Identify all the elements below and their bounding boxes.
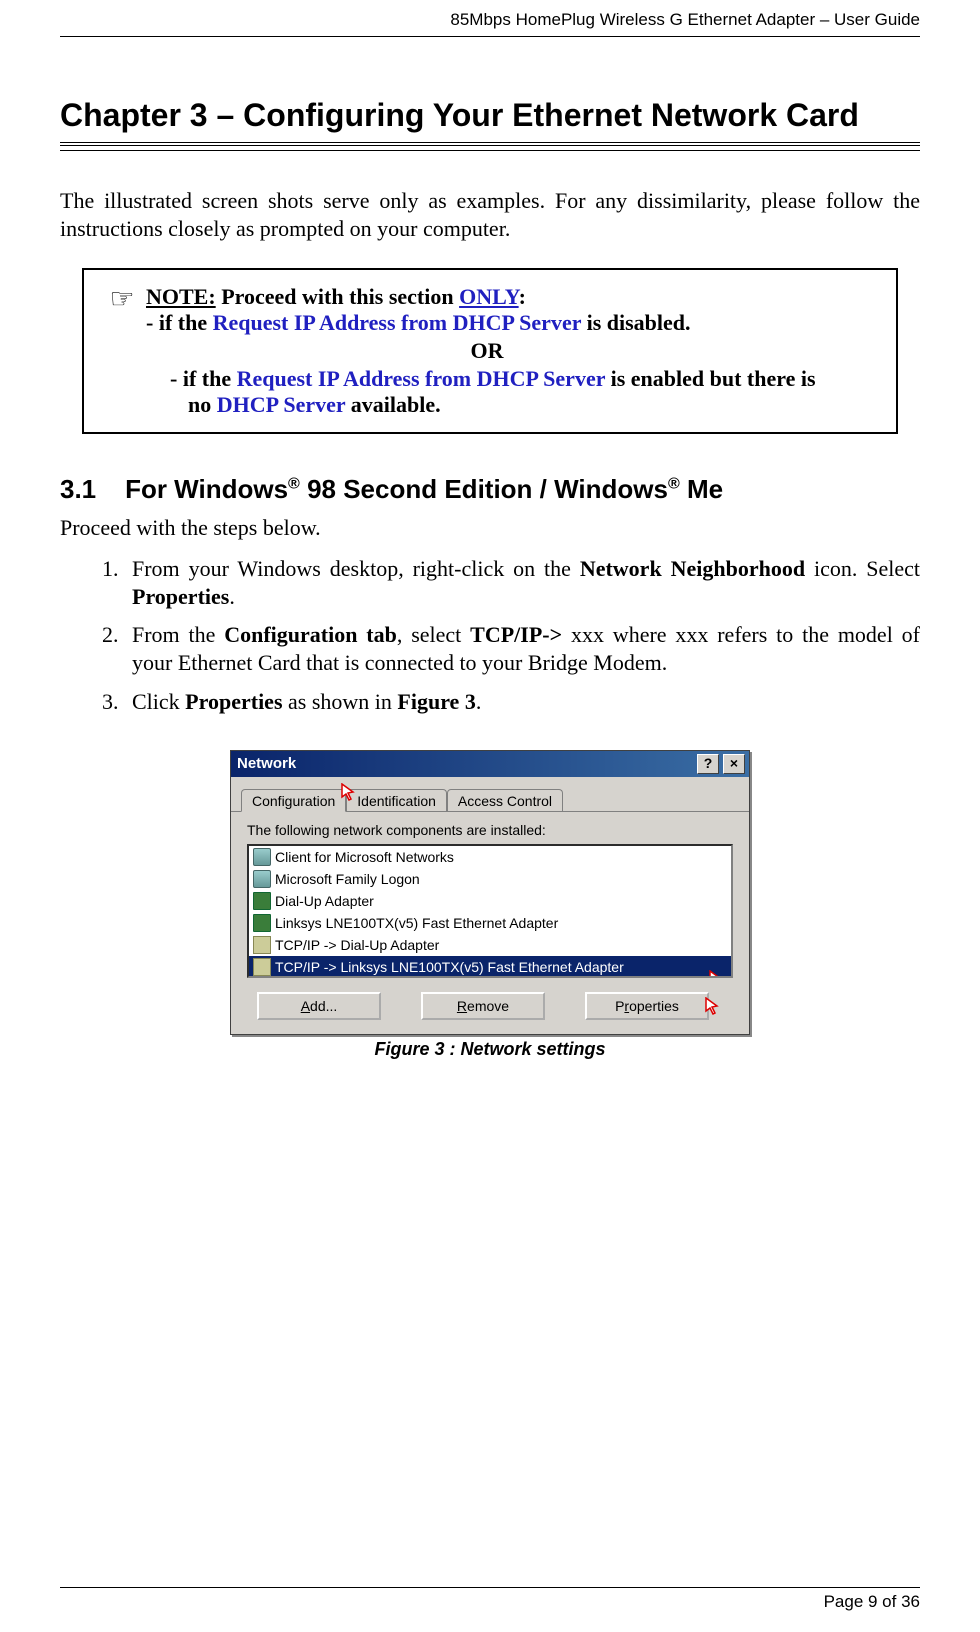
cursor-icon: [705, 997, 723, 1015]
adapter-icon: [253, 892, 271, 910]
note-line1: - if the Request IP Address from DHCP Se…: [146, 310, 876, 336]
list-item[interactable]: Dial-Up Adapter: [249, 890, 731, 912]
cursor-icon: [709, 970, 727, 978]
add-label: dd...: [310, 998, 337, 1014]
step1-d: Properties: [132, 584, 229, 609]
tab-access-control[interactable]: Access Control: [447, 789, 563, 811]
list-item-label: TCP/IP -> Dial-Up Adapter: [275, 937, 439, 953]
note-only: ONLY: [459, 284, 519, 309]
section-title-c: Me: [680, 474, 723, 504]
step1-e: .: [229, 584, 235, 609]
header-doc-title: 85Mbps HomePlug Wireless G Ethernet Adap…: [60, 10, 920, 30]
note-line2-emph: Request IP Address from DHCP Server: [237, 366, 606, 391]
step2-c: , select: [397, 622, 470, 647]
list-item[interactable]: Linksys LNE100TX(v5) Fast Ethernet Adapt…: [249, 912, 731, 934]
section-num: 3.1: [60, 474, 96, 504]
list-item-label: Dial-Up Adapter: [275, 893, 374, 909]
tab-configuration[interactable]: Configuration: [241, 789, 346, 812]
step-2: From the Configuration tab, select TCP/I…: [124, 621, 920, 677]
window-title: Network: [237, 755, 693, 772]
note-or: OR: [98, 338, 876, 364]
note-line1-emph: Request IP Address from DHCP Server: [213, 310, 582, 335]
list-item-selected[interactable]: TCP/IP -> Linksys LNE100TX(v5) Fast Ethe…: [249, 956, 731, 978]
steps-list: From your Windows desktop, right-click o…: [60, 555, 920, 716]
figure-3: Network ? × Configuration Identification…: [230, 750, 750, 1060]
list-item-label: Linksys LNE100TX(v5) Fast Ethernet Adapt…: [275, 915, 558, 931]
section-heading: 3.1 For Windows® 98 Second Edition / Win…: [60, 474, 920, 505]
note-line2: - if the Request IP Address from DHCP Se…: [170, 366, 876, 392]
note-line1-post: is disabled.: [581, 310, 690, 335]
titlebar: Network ? ×: [231, 751, 749, 777]
section-title-a: For Windows: [125, 474, 288, 504]
step1-b: Network Neighborhood: [580, 556, 805, 581]
footer: Page 9 of 36: [60, 1579, 920, 1612]
step1-a: From your Windows desktop, right-click o…: [132, 556, 580, 581]
note-line3-pre: no: [188, 392, 217, 417]
figure-caption: Figure 3 : Network settings: [230, 1039, 750, 1060]
step-3: Click Properties as shown in Figure 3.: [124, 688, 920, 716]
tab-identification[interactable]: Identification: [346, 789, 447, 811]
note-line3-emph: DHCP Server: [217, 392, 346, 417]
intro-paragraph: The illustrated screen shots serve only …: [60, 187, 920, 242]
properties-button[interactable]: PProperopertiesrties: [585, 992, 709, 1020]
registered-mark-1: ®: [288, 475, 300, 492]
network-dialog: Network ? × Configuration Identification…: [230, 750, 750, 1035]
step2-a: From the: [132, 622, 224, 647]
step2-d: TCP/IP->: [470, 622, 562, 647]
hand-icon: ☞: [98, 284, 146, 314]
close-button[interactable]: ×: [723, 754, 745, 774]
list-item-label: TCP/IP -> Linksys LNE100TX(v5) Fast Ethe…: [275, 959, 624, 975]
list-item-label: Client for Microsoft Networks: [275, 849, 454, 865]
remove-button[interactable]: Remove: [421, 992, 545, 1020]
protocol-icon: [253, 958, 271, 976]
note-colon: :: [519, 284, 526, 309]
note-line3-post: available.: [345, 392, 440, 417]
note-line3: no DHCP Server available.: [188, 392, 876, 418]
remove-label: emove: [467, 998, 509, 1014]
step3-b: Properties: [185, 689, 282, 714]
client-icon: [253, 848, 271, 866]
step3-a: Click: [132, 689, 185, 714]
note-label: NOTE:: [146, 284, 216, 309]
note-lead: Proceed with this section: [216, 284, 459, 309]
footer-rule: [60, 1587, 920, 1588]
list-item[interactable]: Client for Microsoft Networks: [249, 846, 731, 868]
components-listbox[interactable]: Client for Microsoft Networks Microsoft …: [247, 844, 733, 978]
components-label: The following network components are ins…: [247, 822, 733, 838]
step3-d: Figure 3: [397, 689, 475, 714]
chapter-title: Chapter 3 – Configuring Your Ethernet Ne…: [60, 97, 920, 134]
note-line2-mid: is enabled but there is: [605, 366, 815, 391]
remove-mnemonic: R: [457, 998, 467, 1014]
list-item[interactable]: TCP/IP -> Dial-Up Adapter: [249, 934, 731, 956]
client-icon: [253, 870, 271, 888]
add-button[interactable]: Add...: [257, 992, 381, 1020]
note-line2-pre: - if the: [170, 366, 237, 391]
cursor-icon: [341, 783, 359, 801]
step2-b: Configuration tab: [224, 622, 397, 647]
page-number: Page 9 of 36: [60, 1592, 920, 1612]
proceed-text: Proceed with the steps below.: [60, 515, 920, 541]
list-item-label: Microsoft Family Logon: [275, 871, 420, 887]
protocol-icon: [253, 936, 271, 954]
registered-mark-2: ®: [668, 475, 680, 492]
section-title-b: 98 Second Edition / Windows: [300, 474, 668, 504]
header-rule: [60, 36, 920, 37]
step3-c: as shown in: [283, 689, 398, 714]
step-1: From your Windows desktop, right-click o…: [124, 555, 920, 611]
note-box: ☞ NOTE: Proceed with this section ONLY: …: [82, 268, 898, 434]
step3-e: .: [476, 689, 482, 714]
adapter-icon: [253, 914, 271, 932]
note-line1-pre: - if the: [146, 310, 213, 335]
step1-c: icon. Select: [805, 556, 920, 581]
list-item[interactable]: Microsoft Family Logon: [249, 868, 731, 890]
chapter-underline: [60, 142, 920, 151]
help-button[interactable]: ?: [697, 754, 719, 774]
add-mnemonic: A: [301, 998, 310, 1014]
tabs-row: Configuration Identification Access Cont…: [231, 777, 749, 812]
